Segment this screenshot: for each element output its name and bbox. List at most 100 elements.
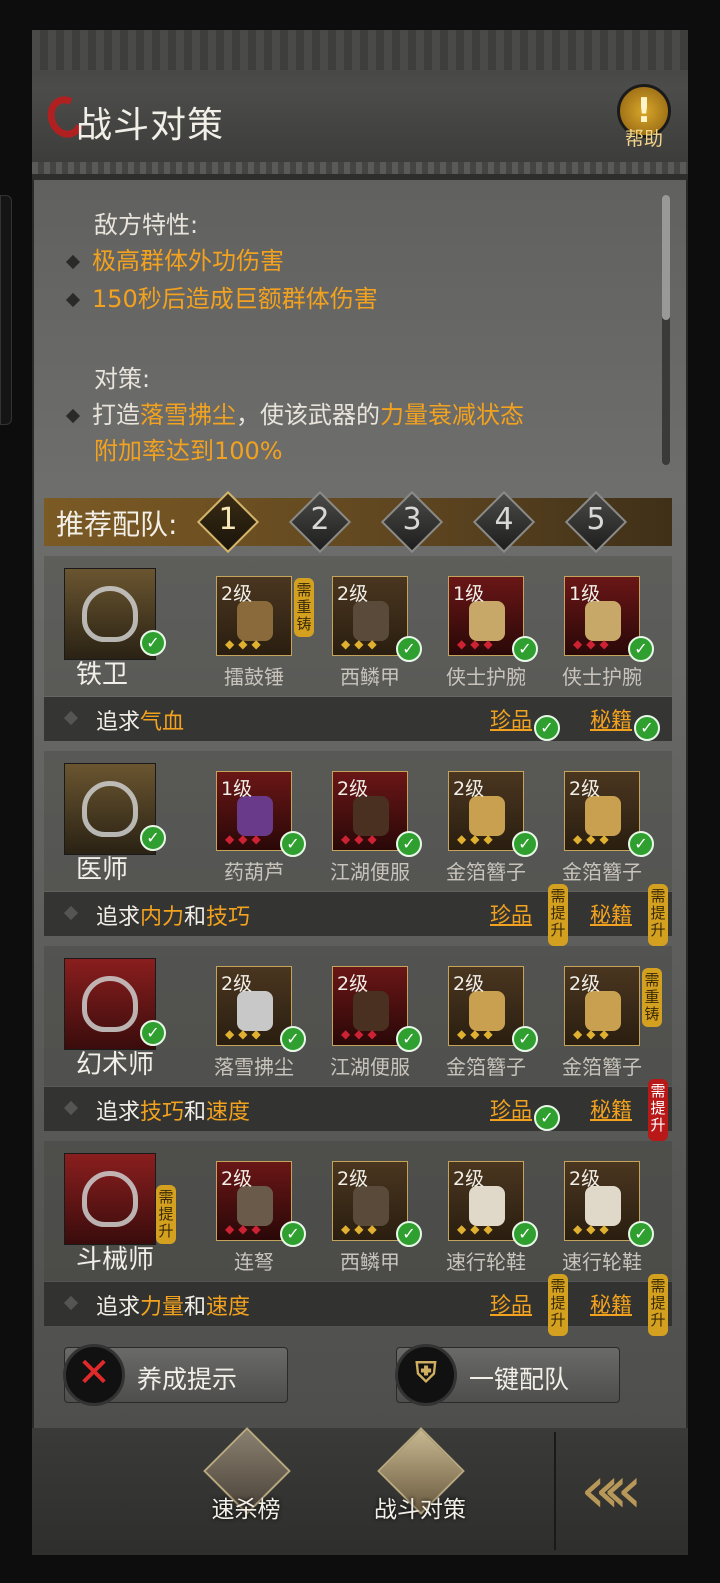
help-button[interactable]: ! 帮助: [612, 84, 676, 154]
gem-slots-icon: ◆◆◆: [225, 1222, 265, 1236]
requirement-badge: 需提升: [648, 884, 668, 946]
equipment-slot[interactable]: 2级 ◆◆◆ ✓ 速行轮鞋: [562, 1161, 664, 1281]
requirement-badge: 需重铸: [642, 968, 662, 1027]
back-arrow-icon[interactable]: ««: [580, 1450, 670, 1530]
equipment-slot[interactable]: 2级 ◆◆◆ ✓ 连弩: [216, 1161, 316, 1281]
role-name: 铁卫: [76, 660, 129, 690]
bullet-icon: [63, 905, 79, 921]
equipment-icon: [585, 796, 621, 836]
manual-link[interactable]: 秘籍: [590, 704, 632, 734]
info-scrollbar[interactable]: [662, 195, 670, 465]
bullet-icon: [65, 292, 81, 308]
check-icon: ✓: [280, 1221, 306, 1247]
check-icon: ✓: [634, 715, 660, 741]
equipment-level: 1级: [453, 583, 485, 605]
manual-link[interactable]: 秘籍: [590, 1289, 632, 1319]
shield-icon: ⛨: [395, 1344, 457, 1406]
equipment-level: 2级: [221, 1168, 253, 1190]
treasure-link[interactable]: 珍品: [490, 1289, 532, 1319]
left-edge-handle[interactable]: [0, 195, 12, 425]
treasure-link[interactable]: 珍品: [490, 1094, 532, 1124]
equipment-name: 金箔簪子: [446, 860, 526, 884]
gem-slots-icon: ◆◆◆: [341, 1222, 381, 1236]
bullet-icon: [63, 710, 79, 726]
team-tab-1[interactable]: 1: [196, 490, 260, 554]
equipment-slot[interactable]: 2级 ◆◆◆ ✓ 落雪拂尘: [214, 966, 316, 1086]
equipment-slot[interactable]: 2级 ◆◆◆ ✓ 金箔簪子: [562, 771, 664, 891]
gem-slots-icon: ◆◆◆: [573, 1222, 613, 1236]
equipment-level: 2级: [453, 1168, 485, 1190]
manual-link[interactable]: 秘籍: [590, 899, 632, 929]
check-icon: ✓: [396, 636, 422, 662]
treasure-link[interactable]: 珍品: [490, 899, 532, 929]
equipment-name: 速行轮鞋: [562, 1250, 642, 1274]
equipment-icon: [353, 601, 389, 641]
equipment-level: 1级: [569, 583, 601, 605]
requirement-badge: 需提升: [648, 1079, 668, 1141]
equipment-slot[interactable]: 2级 ◆◆◆ ✓ 江湖便服: [330, 771, 432, 891]
equipment-slot[interactable]: 1级 ◆◆◆ ✓ 侠士护腕: [562, 576, 664, 696]
gem-slots-icon: ◆◆◆: [341, 1027, 381, 1041]
role-emblem-icon: [82, 976, 138, 1032]
check-icon: ✓: [512, 636, 538, 662]
treasure-link[interactable]: 珍品: [490, 704, 532, 734]
equipment-slot[interactable]: 2级 ◆◆◆ ✓ 金箔簪子: [446, 966, 548, 1086]
team-tab-4[interactable]: 4: [472, 490, 536, 554]
equipment-slot[interactable]: 2级 ◆◆◆ ✓ 江湖便服: [330, 966, 432, 1086]
equipment-level: 2级: [337, 1168, 369, 1190]
team-tab-3[interactable]: 3: [380, 490, 444, 554]
growth-tips-button[interactable]: ✕ 养成提示: [63, 1344, 288, 1406]
equipment-slot[interactable]: 2级 ◆◆◆ ✓ 速行轮鞋: [446, 1161, 548, 1281]
equipment-slot[interactable]: 1级 ◆◆◆ ✓ 侠士护腕: [446, 576, 548, 696]
auto-team-button[interactable]: ⛨ 一键配队: [395, 1344, 620, 1406]
gem-slots-icon: ◆◆◆: [341, 832, 381, 846]
tab-number: 2: [310, 502, 330, 537]
team-label: 推荐配队:: [56, 508, 178, 541]
role-icon[interactable]: [64, 1153, 156, 1245]
gem-slots-icon: ◆◆◆: [457, 637, 497, 651]
requirement-badge: 需重铸: [294, 578, 314, 637]
equipment-level: 2级: [569, 1168, 601, 1190]
gem-slots-icon: ◆◆◆: [573, 1027, 613, 1041]
check-icon: ✓: [534, 715, 560, 741]
bullet-icon: [65, 254, 81, 270]
check-icon: ✓: [280, 1026, 306, 1052]
equipment-level: 2级: [337, 778, 369, 800]
equipment-slot[interactable]: 2级 ◆◆◆ ✓ 金箔簪子: [446, 771, 548, 891]
pursue-bar: 追求气血 珍品 ✓ 秘籍 ✓: [44, 697, 672, 741]
team-tab-5[interactable]: 5: [564, 490, 628, 554]
equipment-name: 江湖便服: [330, 860, 410, 884]
equipment-icon: [469, 601, 505, 641]
pursue-bar: 追求内力和技巧 珍品需提升秘籍需提升: [44, 884, 672, 946]
gem-slots-icon: ◆◆◆: [225, 637, 265, 651]
equipment-icon: [585, 991, 621, 1031]
team-tab-2[interactable]: 2: [288, 490, 352, 554]
nav-speed-rank[interactable]: 速杀榜: [186, 1427, 306, 1555]
role-name: 医师: [76, 855, 129, 885]
requirement-badge: 需提升: [548, 1274, 568, 1336]
equipment-name: 西鳞甲: [340, 665, 400, 689]
enemy-traits-label: 敌方特性:: [94, 211, 199, 239]
check-icon: ✓: [512, 1221, 538, 1247]
check-icon: ✓: [628, 1221, 654, 1247]
equipment-slot[interactable]: 2级 ◆◆◆ ✓ 西鳞甲: [332, 1161, 432, 1281]
equipment-name: 擂鼓锤: [224, 665, 284, 689]
check-icon: ✓: [534, 1105, 560, 1131]
equipment-name: 连弩: [234, 1250, 274, 1274]
equipment-level: 2级: [569, 973, 601, 995]
equipment-slot[interactable]: 2级 ◆◆◆ ✓ 西鳞甲: [332, 576, 432, 696]
equipment-level: 2级: [569, 778, 601, 800]
equipment-name: 落雪拂尘: [214, 1055, 294, 1079]
strategy-info: 敌方特性: 极高群体外功伤害 150秒后造成巨额群体伤害 对策: 打造落雪拂尘，…: [60, 195, 660, 475]
equipment-slot[interactable]: 2级 ◆◆◆ 需重铸擂鼓锤: [216, 576, 316, 696]
pursue-text: 追求内力和技巧: [96, 905, 251, 930]
manual-link[interactable]: 秘籍: [590, 1094, 632, 1124]
gem-slots-icon: ◆◆◆: [225, 832, 265, 846]
pursue-text: 追求气血: [96, 710, 185, 735]
equipment-slot[interactable]: 2级 ◆◆◆ 需重铸金箔簪子: [562, 966, 664, 1086]
equipment-slot[interactable]: 1级 ◆◆◆ ✓ 药葫芦: [216, 771, 316, 891]
nav-battle-strategy[interactable]: 战斗对策: [360, 1427, 480, 1555]
scroll-thumb[interactable]: [662, 195, 670, 320]
pursue-bar: 追求技巧和速度 珍品 ✓ 秘籍需提升: [44, 1079, 672, 1141]
equipment-name: 金箔簪子: [562, 1055, 642, 1079]
